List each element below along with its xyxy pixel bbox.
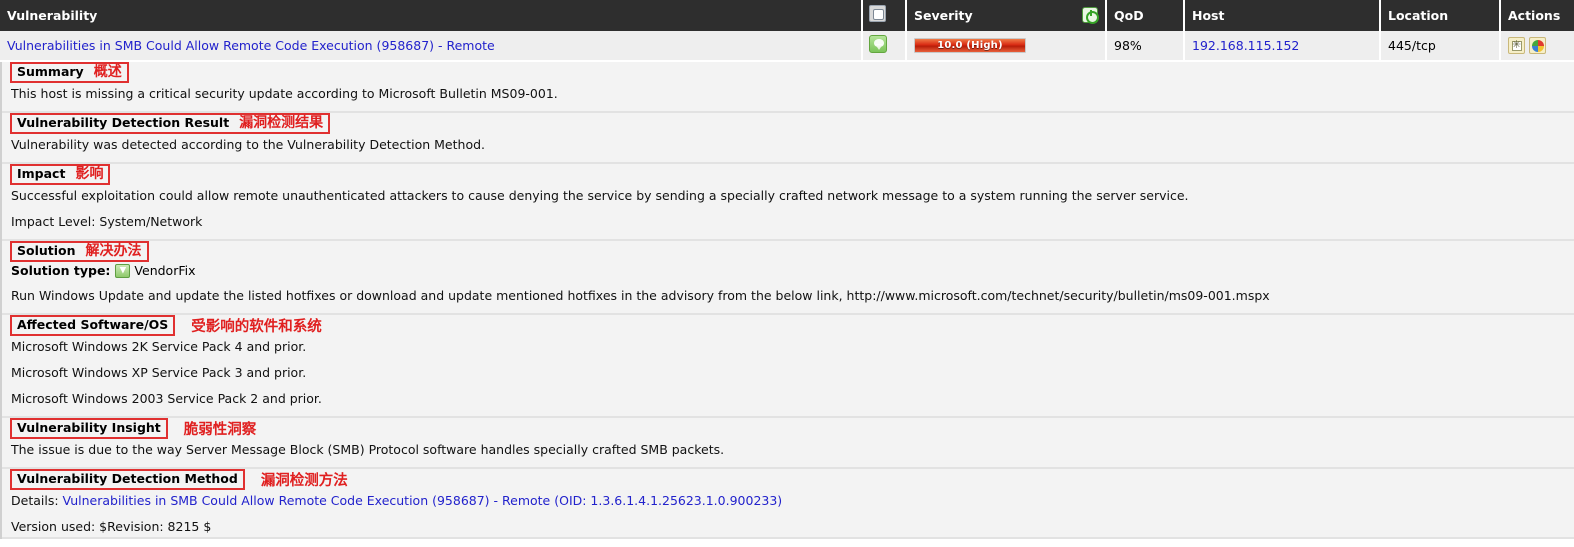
cell-actions	[1500, 31, 1574, 62]
details-prefix: Details:	[11, 493, 59, 508]
cell-location: 445/tcp	[1380, 31, 1501, 62]
section-solution-header: Solution 解决办法	[2, 241, 1574, 262]
section-affected-software-title: Affected Software/OS	[17, 317, 169, 332]
section-insight-title-box: Vulnerability Insight	[10, 418, 168, 439]
table-header-row: Vulnerability Severity QoD Host Location	[0, 0, 1574, 31]
solution-type-row: Solution type: VendorFix	[2, 262, 1574, 280]
section-summary-header: Summary 概述	[2, 62, 1574, 83]
section-detection-method-title-box: Vulnerability Detection Method	[10, 469, 245, 490]
section-impact-title-box: Impact 影响	[10, 164, 111, 185]
section-affected-software-line-1: Microsoft Windows 2K Service Pack 4 and …	[11, 339, 307, 354]
section-detection-result-title-cn: 漏洞检测结果	[239, 115, 324, 131]
section-detection-result: Vulnerability Detection Result 漏洞检测结果 Vu…	[2, 113, 1574, 164]
vulnerability-link[interactable]: Vulnerabilities in SMB Could Allow Remot…	[7, 38, 495, 53]
section-impact-header: Impact 影响	[2, 164, 1574, 185]
detection-method-link[interactable]: Vulnerabilities in SMB Could Allow Remot…	[63, 493, 783, 508]
section-solution-title: Solution	[17, 243, 76, 258]
section-detection-result-line-1: Vulnerability was detected according to …	[11, 137, 485, 152]
column-header-vulnerability[interactable]: Vulnerability	[0, 0, 863, 31]
section-detection-method-header: Vulnerability Detection Method 漏洞检测方法	[2, 469, 1574, 490]
section-solution-title-cn: 解决办法	[85, 243, 142, 259]
column-header-host-label: Host	[1192, 7, 1225, 23]
section-detection-method-title-cn: 漏洞检测方法	[260, 473, 348, 489]
section-impact-line-2: Impact Level: System/Network	[11, 214, 203, 229]
section-insight-title: Vulnerability Insight	[17, 420, 161, 435]
column-header-actions[interactable]: Actions	[1500, 0, 1574, 31]
section-solution: Solution 解决办法 Solution type: VendorFix R…	[2, 241, 1574, 315]
solution-type-value: VendorFix	[134, 263, 196, 278]
section-solution-line-1: Run Windows Update and update the listed…	[11, 288, 1270, 303]
host-link[interactable]: 192.168.115.152	[1192, 38, 1299, 53]
vendorfix-shield-icon	[869, 35, 887, 53]
column-header-actions-label: Actions	[1508, 7, 1561, 23]
section-detection-result-title: Vulnerability Detection Result	[17, 115, 230, 130]
severity-bar: 10.0 (High)	[914, 38, 1026, 53]
column-header-qod-label: QoD	[1114, 7, 1144, 23]
vulnerability-results-table: Vulnerability Severity QoD Host Location	[0, 0, 1574, 62]
tag-icon[interactable]	[1508, 36, 1525, 54]
section-solution-title-box: Solution 解决办法	[10, 241, 149, 262]
section-detection-method-title: Vulnerability Detection Method	[17, 471, 238, 486]
section-summary-title-box: Summary 概述	[10, 62, 129, 83]
section-impact-line-1: Successful exploitation could allow remo…	[11, 188, 1189, 203]
section-detection-result-title-box: Vulnerability Detection Result 漏洞检测结果	[10, 113, 331, 134]
section-insight-title-cn: 脆弱性洞察	[183, 422, 257, 438]
section-insight-line-1: The issue is due to the way Server Messa…	[11, 442, 725, 457]
vulnerability-detail-panel: Summary 概述 This host is missing a critic…	[0, 62, 1574, 539]
column-header-solution-type[interactable]	[862, 0, 907, 31]
power-sort-icon[interactable]	[1082, 7, 1099, 24]
section-detection-method-version: Version used: $Revision: 8215 $	[11, 519, 212, 534]
color-wheel-icon[interactable]	[1529, 37, 1546, 54]
section-affected-software-line-3: Microsoft Windows 2003 Service Pack 2 an…	[11, 391, 322, 406]
vendorfix-icon	[115, 263, 131, 278]
qod-value: 98%	[1114, 38, 1142, 53]
section-detection-result-header: Vulnerability Detection Result 漏洞检测结果	[2, 113, 1574, 134]
section-summary-title: Summary	[17, 64, 84, 79]
section-impact: Impact 影响 Successful exploitation could …	[2, 164, 1574, 241]
cell-host: 192.168.115.152	[1184, 31, 1381, 62]
column-header-severity-label: Severity	[914, 7, 973, 23]
section-affected-software-title-box: Affected Software/OS	[10, 315, 176, 336]
section-summary-title-cn: 概述	[93, 64, 122, 80]
section-impact-title-cn: 影响	[75, 166, 104, 182]
cell-vulnerability: Vulnerabilities in SMB Could Allow Remot…	[0, 31, 863, 62]
column-header-location[interactable]: Location	[1380, 0, 1501, 31]
column-header-host[interactable]: Host	[1184, 0, 1381, 31]
section-detection-method: Vulnerability Detection Method 漏洞检测方法 De…	[2, 469, 1574, 539]
section-impact-title: Impact	[17, 166, 66, 181]
cell-solution-type	[862, 31, 907, 62]
section-detection-method-details: Details: Vulnerabilities in SMB Could Al…	[2, 490, 1574, 511]
section-insight-header: Vulnerability Insight 脆弱性洞察	[2, 418, 1574, 439]
cell-qod: 98%	[1106, 31, 1185, 62]
section-summary-line-1: This host is missing a critical security…	[11, 86, 558, 101]
section-affected-software-title-cn: 受影响的软件和系统	[191, 319, 322, 335]
section-affected-software-header: Affected Software/OS 受影响的软件和系统	[2, 315, 1574, 336]
location-value: 445/tcp	[1388, 38, 1436, 53]
column-header-qod[interactable]: QoD	[1106, 0, 1185, 31]
column-header-severity[interactable]: Severity	[906, 0, 1107, 31]
cell-severity: 10.0 (High)	[906, 31, 1107, 62]
puzzle-icon	[869, 5, 886, 22]
column-header-location-label: Location	[1388, 7, 1449, 23]
section-affected-software: Affected Software/OS 受影响的软件和系统 Microsoft…	[2, 315, 1574, 418]
table-row: Vulnerabilities in SMB Could Allow Remot…	[0, 31, 1574, 62]
section-affected-software-line-2: Microsoft Windows XP Service Pack 3 and …	[11, 365, 307, 380]
column-header-vulnerability-label: Vulnerability	[7, 7, 98, 23]
section-summary: Summary 概述 This host is missing a critic…	[2, 62, 1574, 113]
section-insight: Vulnerability Insight 脆弱性洞察 The issue is…	[2, 418, 1574, 469]
solution-type-label: Solution type:	[11, 263, 111, 278]
